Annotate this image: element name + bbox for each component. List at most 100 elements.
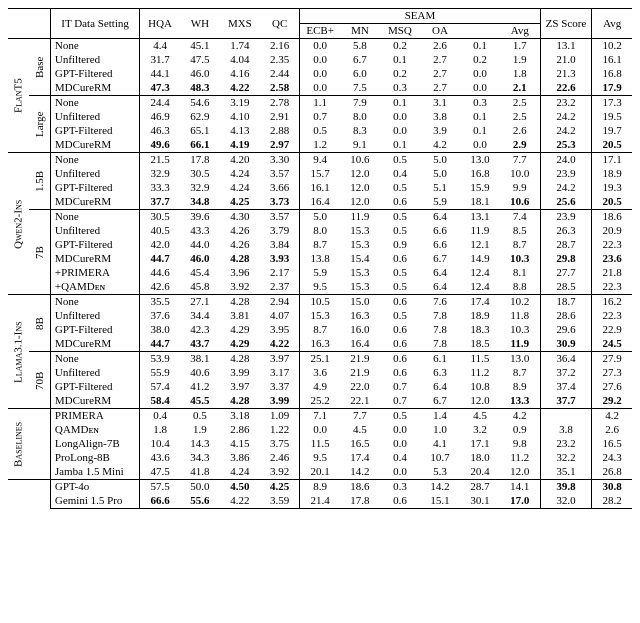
cell-savg: 13.0 — [500, 352, 540, 367]
setting-label: None — [50, 153, 139, 168]
cell-savg: 11.9 — [500, 337, 540, 352]
cell-wh: 46.0 — [180, 252, 220, 266]
setting-label: Unfiltered — [50, 167, 139, 181]
size-label: 1.5B — [29, 153, 50, 210]
cell-msq: 0.7 — [380, 380, 420, 394]
cell-oa: 6.7 — [420, 394, 460, 409]
cell-hqa: 44.6 — [140, 266, 180, 280]
cell-msq: 0.5 — [380, 266, 420, 280]
cell-sc: 13.1 — [460, 210, 500, 225]
cell-hqa: 31.7 — [140, 53, 180, 67]
table-row: BaselinesPRIMERA0.40.53.181.097.17.70.51… — [8, 409, 632, 424]
cell-hqa: 37.7 — [140, 195, 180, 210]
size-label: 8B — [29, 295, 50, 352]
cell-msq: 0.6 — [380, 366, 420, 380]
cell-mn: 18.6 — [340, 480, 380, 495]
cell-qc: 3.57 — [260, 210, 300, 225]
cell-zs: 21.0 — [540, 53, 592, 67]
table-row: GPT-Filtered46.365.14.132.880.58.30.03.9… — [8, 124, 632, 138]
cell-qc: 2.88 — [260, 124, 300, 138]
cell-mn: 8.0 — [340, 110, 380, 124]
cell-wh: 34.8 — [180, 195, 220, 210]
cell-savg: 1.7 — [500, 39, 540, 54]
table-row: GPT-Filtered42.044.04.263.848.715.30.96.… — [8, 238, 632, 252]
cell-mxs: 2.86 — [220, 423, 260, 437]
cell-zs — [540, 409, 592, 424]
cell-mn: 6.0 — [340, 67, 380, 81]
cell-wh: 32.9 — [180, 181, 220, 195]
setting-label: GPT-Filtered — [50, 124, 139, 138]
cell-mxs: 4.25 — [220, 195, 260, 210]
col-sc — [460, 24, 500, 39]
cell-sc: 0.1 — [460, 124, 500, 138]
cell-sc: 18.5 — [460, 337, 500, 352]
cell-mn: 21.9 — [340, 352, 380, 367]
cell-sc: 30.1 — [460, 494, 500, 509]
cell-msq: 0.5 — [380, 409, 420, 424]
cell-msq: 0.6 — [380, 352, 420, 367]
cell-ecb: 13.8 — [300, 252, 340, 266]
cell-savg: 8.8 — [500, 280, 540, 295]
cell-mn: 8.3 — [340, 124, 380, 138]
table-row: QAMDᴇɴ1.81.92.861.220.04.50.01.03.20.93.… — [8, 423, 632, 437]
cell-ecb: 16.3 — [300, 337, 340, 352]
cell-savg: 8.5 — [500, 224, 540, 238]
cell-wh: 34.3 — [180, 451, 220, 465]
cell-avg: 16.5 — [592, 437, 632, 451]
cell-mxs: 1.74 — [220, 39, 260, 54]
cell-wh: 66.1 — [180, 138, 220, 153]
cell-msq: 0.5 — [380, 224, 420, 238]
cell-avg: 19.3 — [592, 181, 632, 195]
cell-savg: 7.7 — [500, 153, 540, 168]
cell-mxs: 3.86 — [220, 451, 260, 465]
cell-hqa: 46.9 — [140, 110, 180, 124]
cell-mxs: 3.19 — [220, 96, 260, 111]
cell-sc: 0.0 — [460, 138, 500, 153]
cell-mn: 15.3 — [340, 224, 380, 238]
cell-mn: 16.3 — [340, 309, 380, 323]
cell-ecb: 10.5 — [300, 295, 340, 310]
size-label: 7B — [29, 210, 50, 295]
cell-ecb: 0.7 — [300, 110, 340, 124]
cell-oa: 6.6 — [420, 224, 460, 238]
cell-wh: 38.1 — [180, 352, 220, 367]
cell-qc: 4.22 — [260, 337, 300, 352]
cell-avg: 18.9 — [592, 167, 632, 181]
cell-mxs: 3.18 — [220, 409, 260, 424]
cell-sc: 17.4 — [460, 295, 500, 310]
cell-mxs: 3.99 — [220, 366, 260, 380]
cell-wh: 55.6 — [180, 494, 220, 509]
cell-savg: 11.8 — [500, 309, 540, 323]
cell-avg: 22.9 — [592, 323, 632, 337]
cell-hqa: 10.4 — [140, 437, 180, 451]
cell-wh: 44.0 — [180, 238, 220, 252]
table-row: Unfiltered37.634.43.814.0715.316.30.57.8… — [8, 309, 632, 323]
cell-mn: 5.8 — [340, 39, 380, 54]
cell-oa: 2.7 — [420, 81, 460, 96]
cell-savg: 1.8 — [500, 67, 540, 81]
cell-sc: 0.0 — [460, 81, 500, 96]
cell-hqa: 21.5 — [140, 153, 180, 168]
cell-mxs: 4.50 — [220, 480, 260, 495]
model-label: Baselines — [8, 409, 29, 480]
col-mxs: MXS — [220, 9, 260, 39]
cell-savg: 10.2 — [500, 295, 540, 310]
cell-sc: 12.0 — [460, 394, 500, 409]
cell-zs: 27.7 — [540, 266, 592, 280]
cell-wh: 1.9 — [180, 423, 220, 437]
setting-label: MDCureRM — [50, 195, 139, 210]
cell-qc: 2.17 — [260, 266, 300, 280]
cell-oa: 15.1 — [420, 494, 460, 509]
cell-hqa: 0.4 — [140, 409, 180, 424]
setting-label: Jamba 1.5 Mini — [50, 465, 139, 480]
cell-avg: 24.5 — [592, 337, 632, 352]
cell-mn: 16.4 — [340, 337, 380, 352]
cell-qc: 3.57 — [260, 167, 300, 181]
cell-ecb: 0.0 — [300, 81, 340, 96]
cell-oa: 6.7 — [420, 252, 460, 266]
cell-zs: 24.2 — [540, 110, 592, 124]
cell-hqa: 30.5 — [140, 210, 180, 225]
cell-mxs: 3.96 — [220, 266, 260, 280]
cell-msq: 0.4 — [380, 451, 420, 465]
cell-zs: 23.2 — [540, 437, 592, 451]
